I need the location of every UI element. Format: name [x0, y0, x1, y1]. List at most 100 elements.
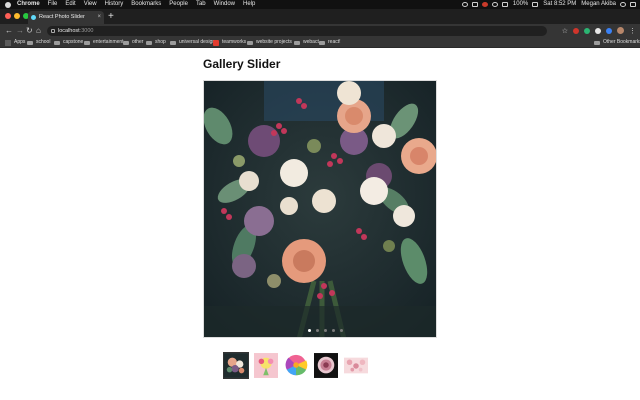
extension-red-icon[interactable] — [573, 27, 579, 34]
folder-icon — [247, 40, 253, 45]
folder-icon — [294, 40, 300, 45]
clock[interactable]: Sat 8:52 PM — [543, 0, 576, 9]
slide-dot-2[interactable] — [316, 329, 319, 332]
profile-avatar[interactable] — [617, 27, 624, 34]
extension-blue-icon[interactable] — [606, 27, 612, 34]
thumbnail-image — [344, 353, 368, 378]
bookmark-label: shop — [155, 39, 166, 45]
chrome-menu-icon[interactable]: ⋮ — [629, 27, 636, 35]
menu-people[interactable]: People — [169, 0, 188, 9]
menu-edit[interactable]: Edit — [65, 0, 75, 9]
dropbox-icon[interactable] — [471, 2, 478, 7]
battery-percent: 100% — [512, 1, 529, 7]
bookmark-label: universal design — [179, 39, 216, 45]
bookmark-other[interactable]: other — [123, 37, 143, 48]
folder-icon — [27, 40, 33, 45]
battery-icon[interactable] — [532, 2, 539, 7]
reload-button[interactable]: ↻ — [26, 24, 33, 37]
extension-white-icon[interactable] — [595, 27, 601, 34]
extension-green-icon[interactable] — [584, 27, 590, 34]
volume-icon[interactable] — [501, 2, 508, 7]
bookmark-universal-design[interactable]: universal design — [170, 37, 215, 48]
new-tab-button[interactable]: + — [108, 11, 114, 23]
minimize-window-icon[interactable] — [14, 13, 20, 19]
react-favicon-icon — [31, 15, 36, 20]
search-icon[interactable] — [620, 2, 626, 7]
bookmark-label: website projects — [256, 39, 292, 45]
wifi-icon[interactable] — [491, 2, 498, 7]
address-bar[interactable]: localhost:3000 — [47, 26, 547, 36]
folder-icon — [319, 40, 325, 45]
bookmark-website-projects[interactable]: website projects — [247, 37, 292, 48]
menu-view[interactable]: View — [84, 0, 97, 9]
menu-tab[interactable]: Tab — [196, 0, 206, 9]
tab-title: React Photo Slider — [39, 14, 85, 20]
menu-help[interactable]: Help — [243, 0, 255, 9]
bookmark-react[interactable]: react! — [319, 37, 341, 48]
info-icon[interactable] — [51, 29, 55, 33]
thumbnail-dahlia-dark[interactable] — [313, 352, 339, 379]
status-area: 100% Sat 8:52 PM Megan Akiba — [458, 0, 636, 9]
folder-icon — [123, 40, 129, 45]
mac-menu-bar: Chrome File Edit View History Bookmarks … — [0, 0, 640, 9]
bookmark-other-bookmarks[interactable]: Other Bookmarks — [594, 37, 640, 48]
bookmark-label: teamworks — [222, 39, 247, 45]
thumbnail-image — [254, 353, 278, 378]
main-slide-image[interactable] — [203, 80, 437, 338]
slide-dots — [308, 329, 348, 332]
bookmark-webact[interactable]: webact — [294, 37, 319, 48]
slide-dot-3[interactable] — [324, 329, 327, 332]
bookmark-entertainment[interactable]: entertainment — [84, 37, 124, 48]
bookmark-label: school — [36, 39, 51, 45]
url-host: localhost — [58, 28, 80, 34]
bookmark-label: webact — [303, 39, 319, 45]
bookmarks-bar: Apps school capstone entertainment other… — [0, 37, 640, 48]
menu-history[interactable]: History — [105, 0, 124, 9]
slide-dot-5[interactable] — [340, 329, 343, 332]
bookmark-school[interactable]: school — [27, 37, 50, 48]
thumbnail-image — [314, 353, 338, 378]
menu-file[interactable]: File — [48, 0, 58, 9]
folder-icon — [594, 40, 600, 45]
thumbnail-bouquet-dark[interactable] — [223, 352, 249, 379]
folder-icon — [84, 40, 90, 45]
tab-react-photo-slider[interactable]: React Photo Slider × — [28, 11, 104, 24]
bookmark-teamworks[interactable]: teamworks — [213, 37, 246, 48]
tab-close-icon[interactable]: × — [97, 11, 101, 24]
bookmark-apps[interactable]: Apps — [5, 37, 25, 48]
notification-center-icon[interactable] — [630, 2, 636, 7]
browser-toolbar: ← → ↻ ⌂ localhost:3000 ☆ ⋮ — [0, 24, 640, 37]
bookmark-label: capstone — [63, 39, 84, 45]
folder-icon — [170, 40, 176, 45]
thumbnail-image — [224, 353, 248, 378]
bookmark-label: react! — [328, 39, 341, 45]
folder-icon — [54, 40, 60, 45]
record-icon[interactable] — [481, 2, 488, 7]
bookmark-label: other — [132, 39, 144, 45]
thumbnail-daisy-rainbow[interactable] — [283, 352, 309, 379]
forward-button[interactable]: → — [16, 24, 24, 37]
back-button[interactable]: ← — [5, 24, 13, 37]
bookmark-star-icon[interactable]: ☆ — [562, 27, 568, 35]
thumbnail-blossoms-pink[interactable] — [343, 352, 369, 379]
folder-icon — [146, 40, 152, 45]
apple-icon[interactable] — [5, 1, 11, 8]
bookmark-shop[interactable]: shop — [146, 37, 166, 48]
menu-bookmarks[interactable]: Bookmarks — [131, 0, 161, 9]
toolbar-actions: ☆ ⋮ — [557, 24, 636, 37]
bookmark-label: Other Bookmarks — [603, 39, 640, 45]
slide-dot-1[interactable] — [308, 329, 311, 332]
menu-chrome[interactable]: Chrome — [17, 0, 40, 9]
tab-strip: React Photo Slider × + — [0, 9, 640, 24]
user-name[interactable]: Megan Akiba — [581, 0, 616, 9]
menu-window[interactable]: Window — [214, 0, 235, 9]
close-window-icon[interactable] — [5, 13, 11, 19]
apps-grid-icon — [5, 39, 11, 46]
home-button[interactable]: ⌂ — [36, 24, 41, 37]
bookmark-capstone[interactable]: capstone — [54, 37, 83, 48]
pivotal-icon — [213, 39, 219, 46]
thumbnail-bouquet-pink[interactable] — [253, 352, 279, 379]
slide-dot-4[interactable] — [332, 329, 335, 332]
status-app-icon[interactable] — [461, 2, 468, 7]
thumbnail-image — [284, 353, 308, 378]
